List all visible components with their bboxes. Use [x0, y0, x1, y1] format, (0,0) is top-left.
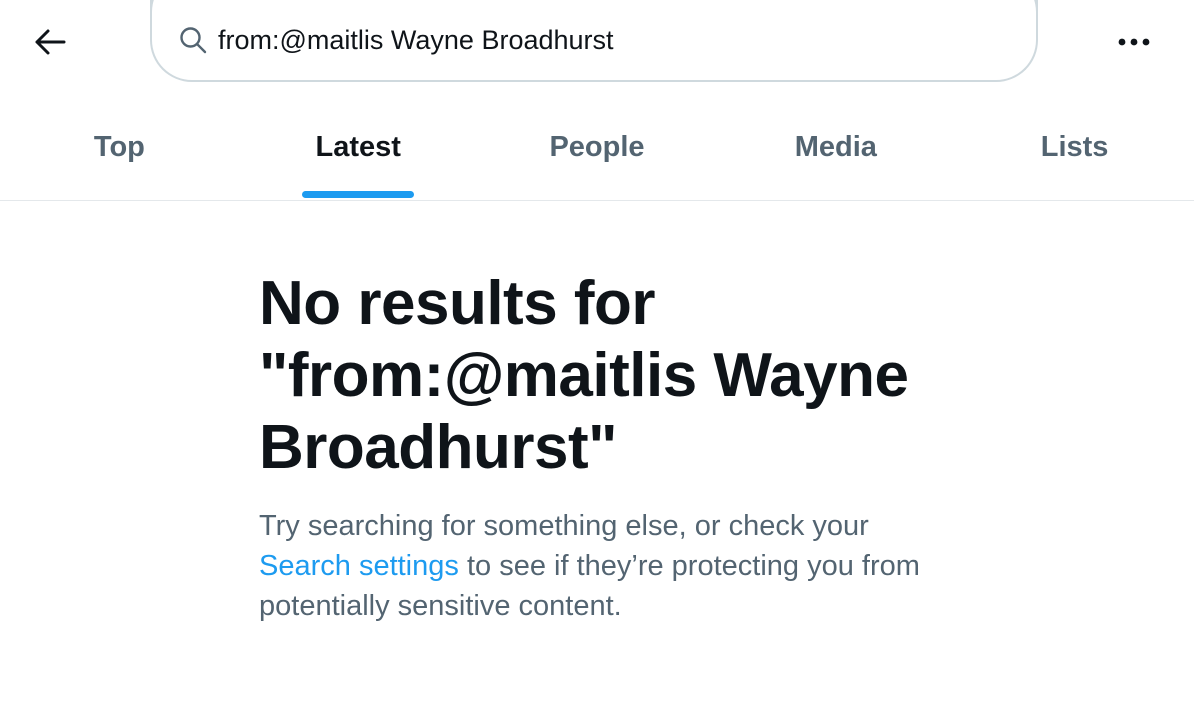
tab-label: Top — [93, 130, 145, 163]
tab-people[interactable]: People — [478, 100, 717, 194]
tab-label: Media — [794, 130, 877, 163]
tab-latest[interactable]: Latest — [239, 100, 478, 198]
tab-label: People — [549, 130, 645, 163]
search-icon — [180, 27, 207, 54]
top-bar — [0, 0, 1194, 90]
tab-media[interactable]: Media — [716, 100, 955, 194]
active-tab-indicator — [302, 191, 415, 198]
more-horizontal-icon — [1118, 38, 1150, 46]
search-settings-link[interactable]: Search settings — [259, 550, 459, 582]
empty-state-description: Try searching for something else, or che… — [259, 506, 939, 626]
more-options-button[interactable] — [1104, 20, 1164, 64]
back-button[interactable] — [22, 18, 78, 66]
empty-state-title: No results for "from:@maitlis Wayne Broa… — [259, 269, 909, 482]
search-tabs: Top Latest People Media Lists — [0, 100, 1194, 201]
arrow-left-icon — [35, 29, 66, 55]
tab-top[interactable]: Top — [0, 100, 239, 194]
tab-lists[interactable]: Lists — [955, 100, 1194, 194]
search-box[interactable] — [150, 0, 1038, 82]
empty-state-text: Try searching for something else, or che… — [259, 510, 869, 542]
empty-state: No results for "from:@maitlis Wayne Broa… — [259, 268, 939, 626]
search-input[interactable] — [218, 20, 998, 60]
tab-label: Latest — [315, 130, 401, 163]
tab-label: Lists — [1040, 130, 1109, 163]
